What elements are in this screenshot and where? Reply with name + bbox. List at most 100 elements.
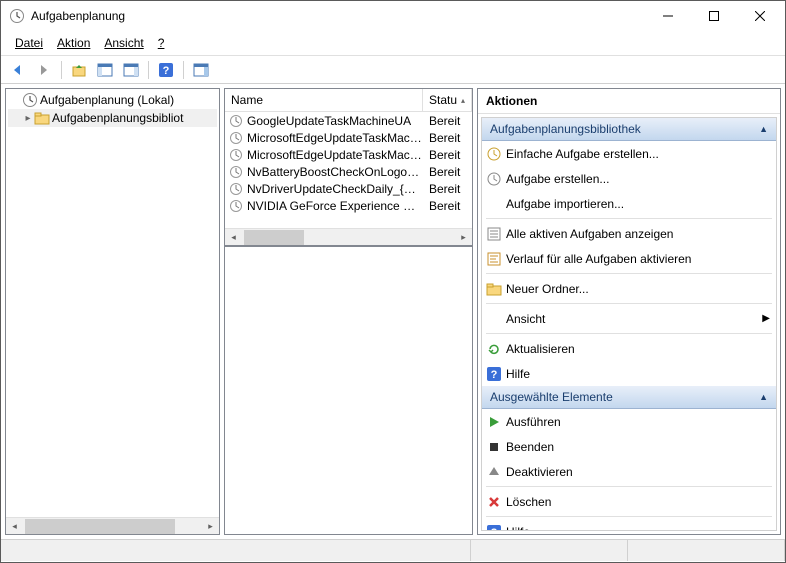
folder-new-icon <box>486 281 502 297</box>
clock-icon <box>229 182 243 196</box>
col-name[interactable]: Name <box>225 89 423 111</box>
action-import[interactable]: Aufgabe importieren... <box>482 191 776 216</box>
maximize-button[interactable] <box>691 1 737 31</box>
app-icon <box>9 8 25 24</box>
folder-icon <box>34 110 50 126</box>
action-help2[interactable]: ? Hilfe <box>482 519 776 531</box>
toolbar-sep <box>148 61 149 79</box>
clock-icon <box>229 131 243 145</box>
delete-icon <box>486 494 502 510</box>
titlebar: Aufgabenplanung <box>1 1 785 31</box>
svg-text:?: ? <box>163 65 170 77</box>
scroll-thumb[interactable] <box>244 230 304 245</box>
actions-section-selected[interactable]: Ausgewählte Elemente▲ <box>482 386 776 409</box>
task-name: NVIDIA GeForce Experience SelfUp... <box>247 199 423 213</box>
col-status[interactable]: Statu▴ <box>423 89 472 111</box>
toolbar: ? <box>1 56 785 84</box>
actions-section-library[interactable]: Aufgabenplanungsbibliothek▲ <box>482 118 776 141</box>
list-header: Name Statu▴ <box>225 89 472 112</box>
clock-icon <box>229 165 243 179</box>
list-hscroll[interactable]: ◂ ▸ <box>225 228 472 245</box>
action-show-active[interactable]: Alle aktiven Aufgaben anzeigen <box>482 221 776 246</box>
separator <box>486 516 772 517</box>
collapse-icon[interactable]: ▲ <box>759 392 768 402</box>
menu-action[interactable]: Aktion <box>51 33 96 53</box>
status-cell <box>471 540 628 561</box>
tree-root-label: Aufgabenplanung (Lokal) <box>40 93 174 107</box>
action-delete[interactable]: Löschen <box>482 489 776 514</box>
task-name: MicrosoftEdgeUpdateTaskMachine... <box>247 131 423 145</box>
task-row[interactable]: MicrosoftEdgeUpdateTaskMachine...Bereit <box>225 129 472 146</box>
help-icon: ? <box>486 366 502 382</box>
clock-icon <box>229 148 243 162</box>
clock-icon <box>229 114 243 128</box>
tree-library[interactable]: ▸ Aufgabenplanungsbibliot <box>8 109 217 127</box>
task-row[interactable]: NvBatteryBoostCheckOnLogon_{B...Bereit <box>225 163 472 180</box>
task-row[interactable]: GoogleUpdateTaskMachineUABereit <box>225 112 472 129</box>
svg-text:?: ? <box>491 527 498 532</box>
up-button[interactable] <box>68 59 90 81</box>
svg-text:?: ? <box>491 369 498 381</box>
task-status: Bereit <box>423 131 472 145</box>
detail-pane <box>224 246 473 535</box>
actions-pane: Aktionen Aufgabenplanungsbibliothek▲ Ein… <box>477 88 781 535</box>
task-row[interactable]: NVIDIA GeForce Experience SelfUp...Berei… <box>225 197 472 214</box>
tree-hscroll[interactable]: ◂ ▸ <box>6 517 219 534</box>
minimize-button[interactable] <box>645 1 691 31</box>
scroll-right-icon[interactable]: ▸ <box>202 518 219 535</box>
scroll-right-icon[interactable]: ▸ <box>455 229 472 246</box>
menu-help[interactable]: ? <box>152 33 171 53</box>
task-status: Bereit <box>423 182 472 196</box>
action-end[interactable]: Beenden <box>482 434 776 459</box>
status-cell <box>628 540 785 561</box>
menu-file[interactable]: Datei <box>9 33 49 53</box>
task-row[interactable]: NvDriverUpdateCheckDaily_{B2FE1...Bereit <box>225 180 472 197</box>
task-list: Name Statu▴ GoogleUpdateTaskMachineUABer… <box>224 88 473 246</box>
history-icon <box>486 251 502 267</box>
tree-library-label: Aufgabenplanungsbibliot <box>52 111 183 125</box>
actions-header: Aktionen <box>478 89 780 114</box>
window-title: Aufgabenplanung <box>31 9 645 23</box>
body: Aufgabenplanung (Lokal) ▸ Aufgabenplanun… <box>1 84 785 539</box>
action-enable-history[interactable]: Verlauf für alle Aufgaben aktivieren <box>482 246 776 271</box>
disable-icon <box>486 464 502 480</box>
scroll-left-icon[interactable]: ◂ <box>225 229 242 246</box>
clock-icon <box>229 199 243 213</box>
action-disable[interactable]: Deaktivieren <box>482 459 776 484</box>
action-create-basic[interactable]: Einfache Aufgabe erstellen... <box>482 141 776 166</box>
close-button[interactable] <box>737 1 783 31</box>
action-run[interactable]: Ausführen <box>482 409 776 434</box>
task-name: NvBatteryBoostCheckOnLogon_{B... <box>247 165 423 179</box>
action-help[interactable]: ? Hilfe <box>482 361 776 386</box>
action-view[interactable]: Ansicht ▶ <box>482 306 776 331</box>
submenu-arrow-icon: ▶ <box>762 313 770 324</box>
middle-pane: Name Statu▴ GoogleUpdateTaskMachineUABer… <box>224 88 473 535</box>
task-row[interactable]: MicrosoftEdgeUpdateTaskMachine...Bereit <box>225 146 472 163</box>
play-icon <box>486 414 502 430</box>
task-status: Bereit <box>423 148 472 162</box>
pane1-button[interactable] <box>94 59 116 81</box>
action-create[interactable]: Aufgabe erstellen... <box>482 166 776 191</box>
separator <box>486 303 772 304</box>
blank-icon <box>486 311 502 327</box>
menu-view[interactable]: Ansicht <box>98 33 149 53</box>
pane3-button[interactable] <box>190 59 212 81</box>
separator <box>486 333 772 334</box>
action-refresh[interactable]: Aktualisieren <box>482 336 776 361</box>
tree-root[interactable]: Aufgabenplanung (Lokal) <box>8 91 217 109</box>
collapse-icon[interactable]: ▲ <box>759 124 768 134</box>
forward-button[interactable] <box>33 59 55 81</box>
chevron-right-icon[interactable]: ▸ <box>22 113 34 124</box>
back-button[interactable] <box>7 59 29 81</box>
list-icon <box>486 226 502 242</box>
pane2-button[interactable] <box>120 59 142 81</box>
task-status: Bereit <box>423 114 472 128</box>
action-new-folder[interactable]: Neuer Ordner... <box>482 276 776 301</box>
status-cell <box>1 540 471 561</box>
scroll-left-icon[interactable]: ◂ <box>6 518 23 535</box>
task-icon <box>486 171 502 187</box>
refresh-icon <box>486 341 502 357</box>
scroll-thumb[interactable] <box>25 519 175 534</box>
help-button[interactable]: ? <box>155 59 177 81</box>
toolbar-sep <box>61 61 62 79</box>
